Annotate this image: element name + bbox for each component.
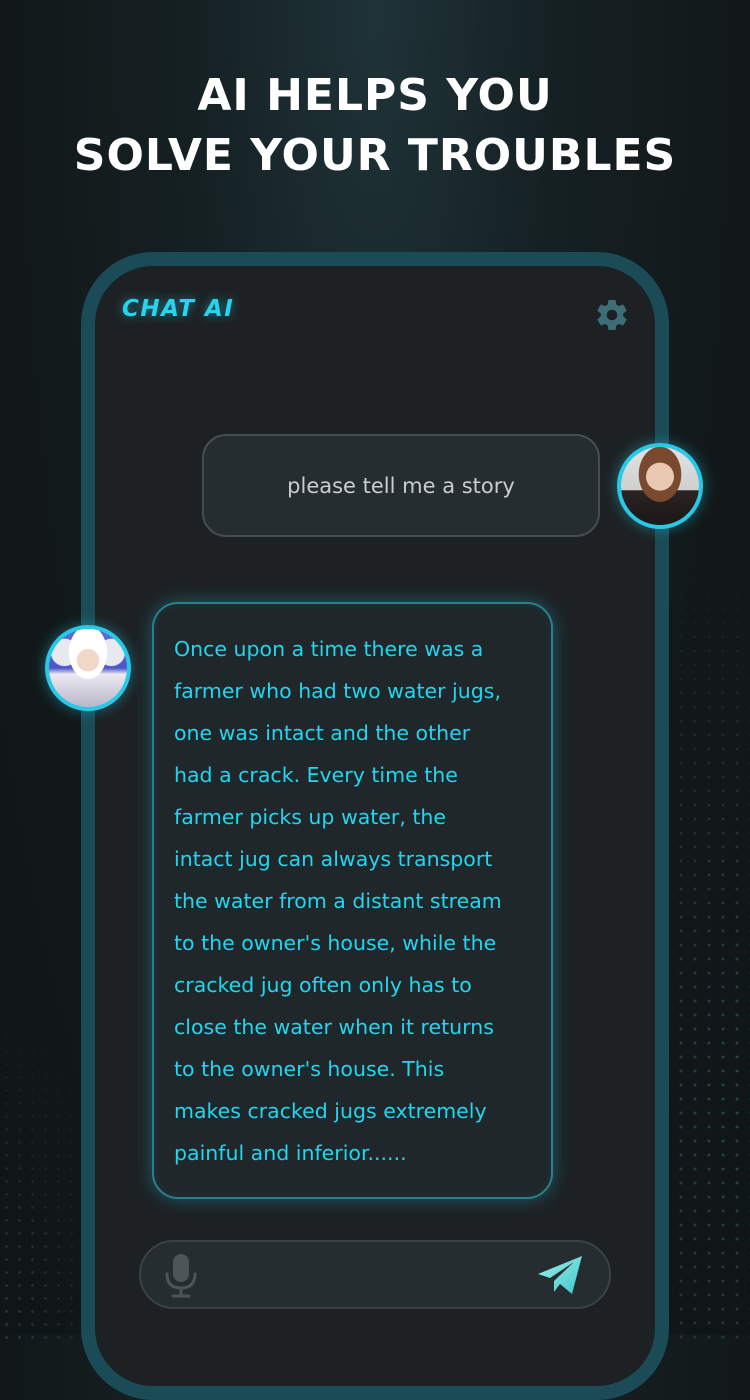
ai-message-line: farmer picks up water, the (174, 805, 447, 829)
headline-line-2: SOLVE YOUR TROUBLES (73, 130, 677, 181)
ai-message-line: had a crack. Every time the (174, 763, 458, 787)
ai-message-line: close the water when it returns (174, 1015, 494, 1039)
app-title: CHAT AI (122, 296, 235, 322)
settings-button[interactable] (592, 295, 632, 335)
promo-headline: AI HELPS YOU SOLVE YOUR TROUBLES (0, 66, 750, 186)
send-icon (538, 1256, 582, 1294)
ai-message-line: the water from a distant stream (174, 889, 502, 913)
gear-icon (597, 299, 627, 330)
ai-message-line: to the owner's house, while the (174, 931, 497, 955)
headline-line-1: AI HELPS YOU (197, 70, 553, 121)
microphone-button[interactable] (159, 1250, 203, 1300)
user-message-text: please tell me a story (287, 473, 515, 498)
ai-message-line: Once upon a time there was a (174, 637, 484, 661)
ai-message-line: makes cracked jugs extremely (174, 1099, 487, 1123)
user-avatar (617, 443, 703, 529)
ai-message-bubble: Once upon a time there was a farmer who … (152, 602, 553, 1199)
send-button[interactable] (534, 1250, 586, 1300)
microphone-icon (165, 1254, 197, 1298)
ai-message-line: intact jug can always transport (174, 847, 493, 871)
ai-message-line: cracked jug often only has to (174, 973, 472, 997)
user-message-bubble: please tell me a story (202, 434, 600, 537)
ai-avatar (45, 625, 131, 711)
ai-message-line: one was intact and the other (174, 721, 471, 745)
ai-message-line: to the owner's house. This (174, 1057, 445, 1081)
ai-message-line: painful and inferior...... (174, 1141, 407, 1165)
ai-message-line: farmer who had two water jugs, (174, 679, 501, 703)
ai-message-text: Once upon a time there was a farmer who … (174, 628, 539, 1174)
